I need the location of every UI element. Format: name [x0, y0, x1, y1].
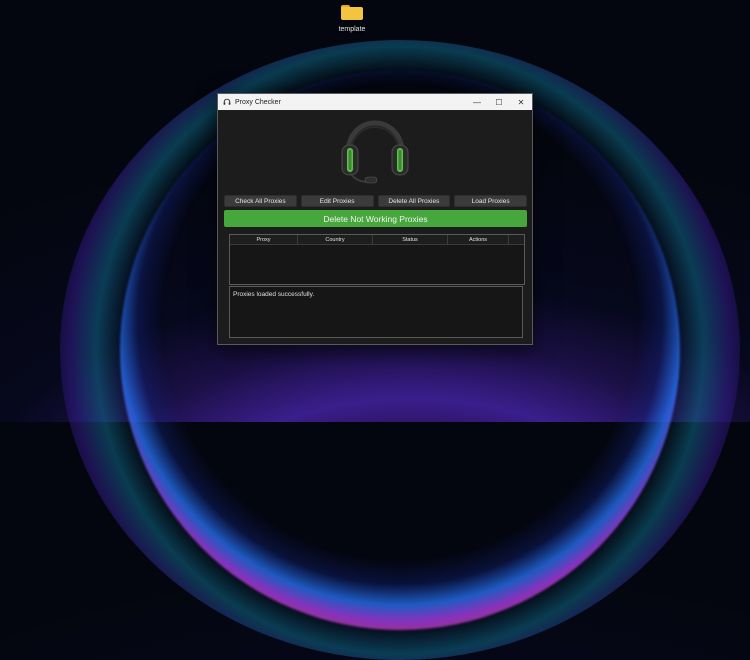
- toolbar: Check All Proxies Edit Proxies Delete Al…: [224, 195, 527, 207]
- maximize-button[interactable]: ☐: [488, 94, 510, 110]
- table-header: Proxy Country Status Actions: [230, 235, 524, 245]
- folder-icon: [341, 4, 363, 20]
- close-button[interactable]: ✕: [510, 94, 532, 110]
- title-bar[interactable]: Proxy Checker — ☐ ✕: [218, 94, 532, 110]
- proxy-checker-window: Proxy Checker — ☐ ✕ Check All Proxies Ed…: [217, 93, 533, 345]
- column-header-actions[interactable]: Actions: [448, 235, 509, 244]
- delete-all-proxies-button[interactable]: Delete All Proxies: [377, 195, 451, 207]
- check-all-proxies-button[interactable]: Check All Proxies: [224, 195, 297, 207]
- minimize-icon: —: [473, 97, 481, 107]
- column-header-country[interactable]: Country: [298, 235, 373, 244]
- column-header-filler: [509, 235, 524, 244]
- window-title: Proxy Checker: [235, 98, 281, 106]
- column-header-proxy[interactable]: Proxy: [230, 235, 298, 244]
- load-proxies-button[interactable]: Load Proxies: [454, 195, 527, 207]
- maximize-icon: ☐: [495, 97, 503, 107]
- proxy-table[interactable]: Proxy Country Status Actions: [229, 234, 525, 285]
- desktop-folder-template[interactable]: template: [327, 4, 377, 33]
- log-output[interactable]: Proxies loaded successfully.: [229, 286, 523, 338]
- minimize-button[interactable]: —: [466, 94, 488, 110]
- folder-label: template: [338, 26, 366, 33]
- column-header-status[interactable]: Status: [373, 235, 448, 244]
- headset-icon: [223, 98, 232, 107]
- log-text: Proxies loaded successfully.: [233, 291, 315, 298]
- close-icon: ✕: [517, 97, 525, 107]
- delete-not-working-proxies-button[interactable]: Delete Not Working Proxies: [224, 210, 527, 227]
- headset-logo-icon: [341, 120, 409, 184]
- edit-proxies-button[interactable]: Edit Proxies: [300, 195, 374, 207]
- window-content: Check All Proxies Edit Proxies Delete Al…: [218, 111, 532, 344]
